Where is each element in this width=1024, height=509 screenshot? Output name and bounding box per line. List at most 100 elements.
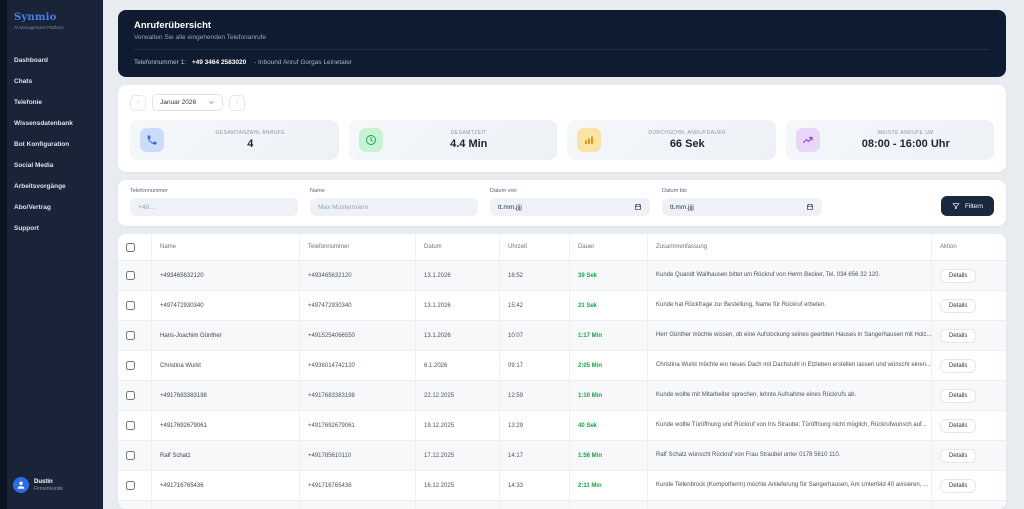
col-date: Datum xyxy=(416,234,500,260)
table-row: +4917692679061 +4917692679061 19.12.2025… xyxy=(118,411,1006,441)
details-button[interactable]: Details xyxy=(940,328,977,343)
date-from-label: Datum von xyxy=(490,188,517,194)
sidebar-item[interactable]: Telefonie xyxy=(0,92,103,113)
phone-line-number: +49 3464 2583020 xyxy=(191,59,247,66)
next-month-button[interactable]: › xyxy=(229,94,246,111)
table-row: Christina Wurkt +4936014742120 6.1.2026 … xyxy=(118,351,1006,381)
table-header: Name Telefonnummer Datum Uhrzeit Dauer Z… xyxy=(118,234,1006,261)
row-checkbox[interactable] xyxy=(126,421,135,430)
stats-row: GESAMTANZAHL ANRUFE 4 GESAMTZEIT 4.4 Min xyxy=(130,120,994,160)
cell-phone: +497472930340 xyxy=(300,291,416,320)
sidebar-item[interactable]: Social Media xyxy=(0,155,103,176)
stat-value: 66 Sek xyxy=(669,138,705,150)
date-to-input[interactable]: tt.mm.jjjj xyxy=(662,198,822,216)
row-checkbox[interactable] xyxy=(126,391,135,400)
sidebar-item[interactable]: Support xyxy=(0,218,103,239)
cell-time: 14:30 xyxy=(500,501,570,509)
date-to-label: Datum bis xyxy=(662,188,687,194)
table-row: Hans-Joachim Günther +4915254066550 13.1… xyxy=(118,321,1006,351)
month-select[interactable]: Januar 2026 xyxy=(152,94,224,111)
stat-label: GESAMTANZAHL ANRUFE xyxy=(215,130,286,136)
col-summary: Zusammenfassung xyxy=(648,234,932,260)
cell-summary: Kunde möchte anliefern; Anliegen wird au… xyxy=(656,501,849,509)
stat-total-calls: GESAMTANZAHL ANRUFE 4 xyxy=(130,120,339,160)
prev-month-button[interactable]: ‹ xyxy=(130,94,146,111)
cell-name: +491716765436 xyxy=(152,471,300,500)
row-checkbox[interactable] xyxy=(126,481,135,490)
details-button[interactable]: Details xyxy=(940,298,977,313)
cell-name: +4917683383198 xyxy=(152,381,300,410)
phone-icon xyxy=(140,128,164,152)
stat-avg-duration: DURCHSCHN. ANRUFDAUER 66 Sek xyxy=(567,120,776,160)
name-filter-input[interactable] xyxy=(310,198,478,216)
cell-summary: Ralf Schatz wünscht Rückruf von Frau Str… xyxy=(656,452,841,458)
table-row: +493465632120 +493465632120 13.1.2026 16… xyxy=(118,261,1006,291)
details-button[interactable]: Details xyxy=(940,358,977,373)
funnel-icon xyxy=(952,203,960,209)
cell-time: 16:52 xyxy=(500,261,570,290)
row-checkbox[interactable] xyxy=(126,271,135,280)
cell-duration: 1:10 Min xyxy=(570,381,648,410)
phone-filter-input[interactable] xyxy=(130,198,298,216)
name-filter-label: Name xyxy=(310,188,325,194)
cell-duration: 1:56 Min xyxy=(570,441,648,470)
header-divider xyxy=(134,49,990,50)
details-button[interactable]: Details xyxy=(940,388,977,403)
cell-date: 13.1.2026 xyxy=(416,291,500,320)
cell-phone: +4917683383198 xyxy=(300,381,416,410)
cell-duration: 2:05 Min xyxy=(570,351,648,380)
cell-date: 22.12.2025 xyxy=(416,381,500,410)
cell-name: Christina Wurkt xyxy=(152,351,300,380)
row-checkbox[interactable] xyxy=(126,451,135,460)
cell-duration: 39 Sek xyxy=(570,501,648,509)
cell-duration: 40 Sek xyxy=(570,411,648,440)
app-root: Synmio AI Management Platform Dashboard … xyxy=(0,0,1024,509)
app-logo: Synmio xyxy=(14,12,57,23)
clock-icon xyxy=(358,128,383,152)
sidebar-nav: Dashboard Chats Telefonie Wissensdatenba… xyxy=(0,50,103,239)
sidebar-item[interactable]: Wissensdatenbank xyxy=(0,113,103,134)
user-profile[interactable]: Dustin Firmenkunde xyxy=(13,477,63,493)
details-button[interactable]: Details xyxy=(940,418,977,433)
cell-name: +491716765436 xyxy=(152,501,300,509)
details-button[interactable]: Details xyxy=(940,448,977,463)
chevron-down-icon xyxy=(209,101,214,104)
cell-phone: +493465632120 xyxy=(300,261,416,290)
cell-date: 6.1.2026 xyxy=(416,351,500,380)
table-row: Ralf Schatz +491785610110 17.12.2025 14:… xyxy=(118,441,1006,471)
cell-phone: +491716765436 xyxy=(300,501,416,509)
sidebar-item[interactable]: Bot Konfiguration xyxy=(0,134,103,155)
cell-summary: Kunde Tellenbrock (Kompotherm) möchte An… xyxy=(656,482,929,488)
details-button[interactable]: Details xyxy=(940,268,977,283)
cell-summary: Kunde Quandt Wallhausen bittet um Rückru… xyxy=(656,272,881,278)
sidebar-item[interactable]: Chats xyxy=(0,71,103,92)
row-checkbox[interactable] xyxy=(126,331,135,340)
avatar xyxy=(13,477,29,493)
table-row: +4917683383198 +4917683383198 22.12.2025… xyxy=(118,381,1006,411)
month-selector-row: ‹ Januar 2026 › xyxy=(130,94,994,111)
filter-button[interactable]: Filtern xyxy=(940,196,994,216)
page-subtitle: Verwalten Sie alle eingehenden Telefonan… xyxy=(134,34,267,41)
trend-up-icon xyxy=(795,128,820,152)
sidebar-item[interactable]: Dashboard xyxy=(0,50,103,71)
user-name: Dustin xyxy=(34,478,53,485)
cell-phone: +491716765436 xyxy=(300,471,416,500)
cell-date: 17.12.2025 xyxy=(416,441,500,470)
sidebar-item[interactable]: Abo/Vertrag xyxy=(0,197,103,218)
cell-date: 16.12.2025 xyxy=(416,471,500,500)
select-all-checkbox[interactable] xyxy=(126,242,135,252)
sidebar-item[interactable]: Arbeitsvorgänge xyxy=(0,176,103,197)
details-button[interactable]: Details xyxy=(940,478,977,493)
cell-summary: Kunde wollte Türöffnung und Rückruf von … xyxy=(656,422,927,428)
cell-name: +493465632120 xyxy=(152,261,300,290)
stat-label: MEISTE ANRUFE UM xyxy=(877,130,934,136)
row-checkbox[interactable] xyxy=(126,301,135,310)
cell-name: Hans-Joachim Günther xyxy=(152,321,300,350)
stat-total-time: GESAMTZEIT 4.4 Min xyxy=(348,120,557,160)
calendar-icon xyxy=(807,204,813,210)
date-from-input[interactable]: tt.mm.jjjj xyxy=(490,198,650,216)
row-checkbox[interactable] xyxy=(126,361,135,370)
phone-line-desc: - Inbound Anruf Gorgas Leinetaler xyxy=(254,59,352,66)
cell-duration: 1:17 Min xyxy=(570,321,648,350)
cell-time: 14:33 xyxy=(500,471,570,500)
